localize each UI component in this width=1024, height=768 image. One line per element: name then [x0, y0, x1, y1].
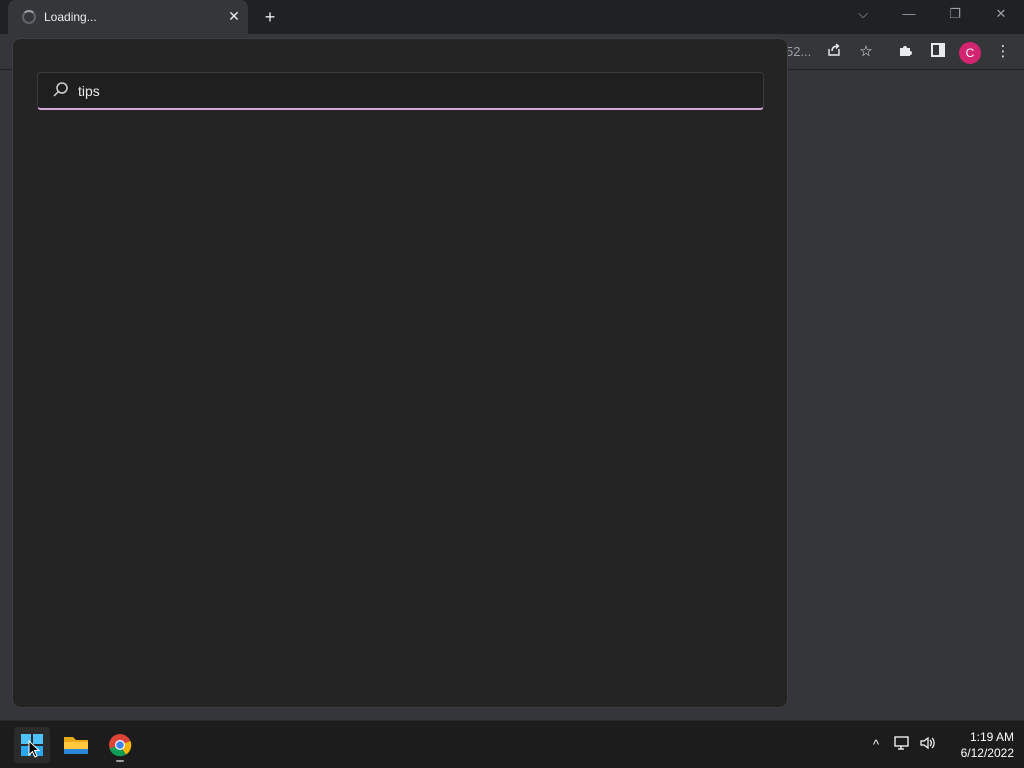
profile-avatar[interactable]: C [959, 42, 981, 64]
new-tab-button[interactable]: + [258, 6, 282, 28]
loading-spinner-icon [22, 10, 36, 24]
close-window-button[interactable]: ✕ [989, 4, 1013, 24]
search-box[interactable] [37, 72, 764, 110]
tab-loading[interactable]: Loading... ✕ [8, 0, 248, 34]
folder-icon [64, 737, 88, 754]
side-panel-icon[interactable] [928, 42, 948, 62]
more-menu-icon[interactable]: ⋮ [993, 42, 1013, 62]
tab-close-icon[interactable]: ✕ [224, 6, 244, 26]
mouse-cursor-icon [28, 740, 40, 758]
chrome-taskbar-button[interactable] [102, 727, 138, 763]
clock-time: 1:19 AM [969, 730, 1014, 744]
search-flyout [12, 38, 788, 708]
tab-search-icon[interactable]: ⌵ [851, 4, 875, 24]
extensions-icon[interactable] [896, 42, 916, 62]
taskbar: ^ 1:19 AM 6/12/2022 [0, 720, 1024, 768]
search-input[interactable] [76, 78, 736, 104]
clock-date: 6/12/2022 [960, 746, 1014, 760]
taskbar-clock[interactable]: 1:19 AM 6/12/2022 [940, 729, 1014, 761]
restore-button[interactable]: ❐ [943, 4, 967, 24]
tab-strip: Loading... ✕ + ⌵ — ❐ ✕ [0, 0, 1024, 34]
minimize-button[interactable]: — [897, 4, 921, 24]
file-explorer-button[interactable] [58, 727, 94, 763]
search-icon [53, 82, 68, 97]
tab-title: Loading... [44, 10, 97, 24]
bookmark-star-icon[interactable]: ☆ [856, 42, 876, 62]
chrome-icon [109, 734, 132, 762]
share-icon[interactable] [824, 42, 844, 62]
tray-overflow-chevron-icon[interactable]: ^ [866, 735, 886, 755]
omnibox-text[interactable]: 52... [786, 44, 811, 59]
network-icon[interactable] [893, 735, 913, 755]
volume-icon[interactable] [918, 735, 938, 755]
